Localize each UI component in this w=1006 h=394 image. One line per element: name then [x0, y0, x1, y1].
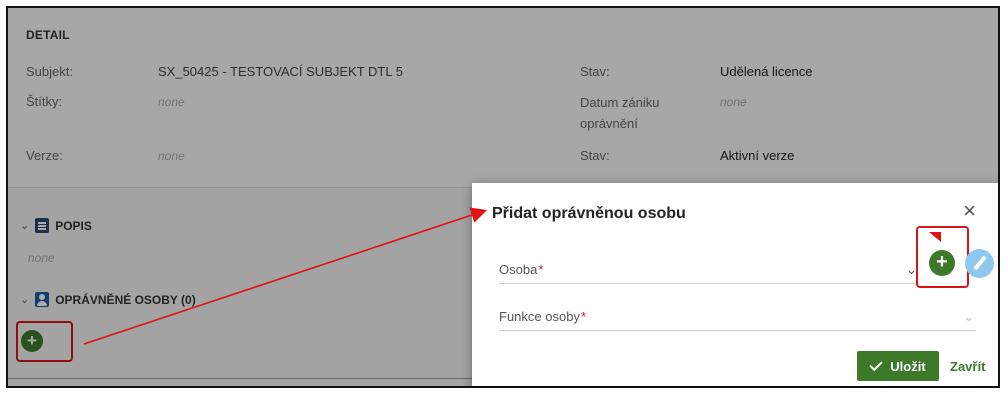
annotation-arrow: [83, 207, 488, 345]
app-frame: DETAIL Subjekt: SX_50425 - TESTOVACÍ SUB…: [6, 6, 1000, 388]
